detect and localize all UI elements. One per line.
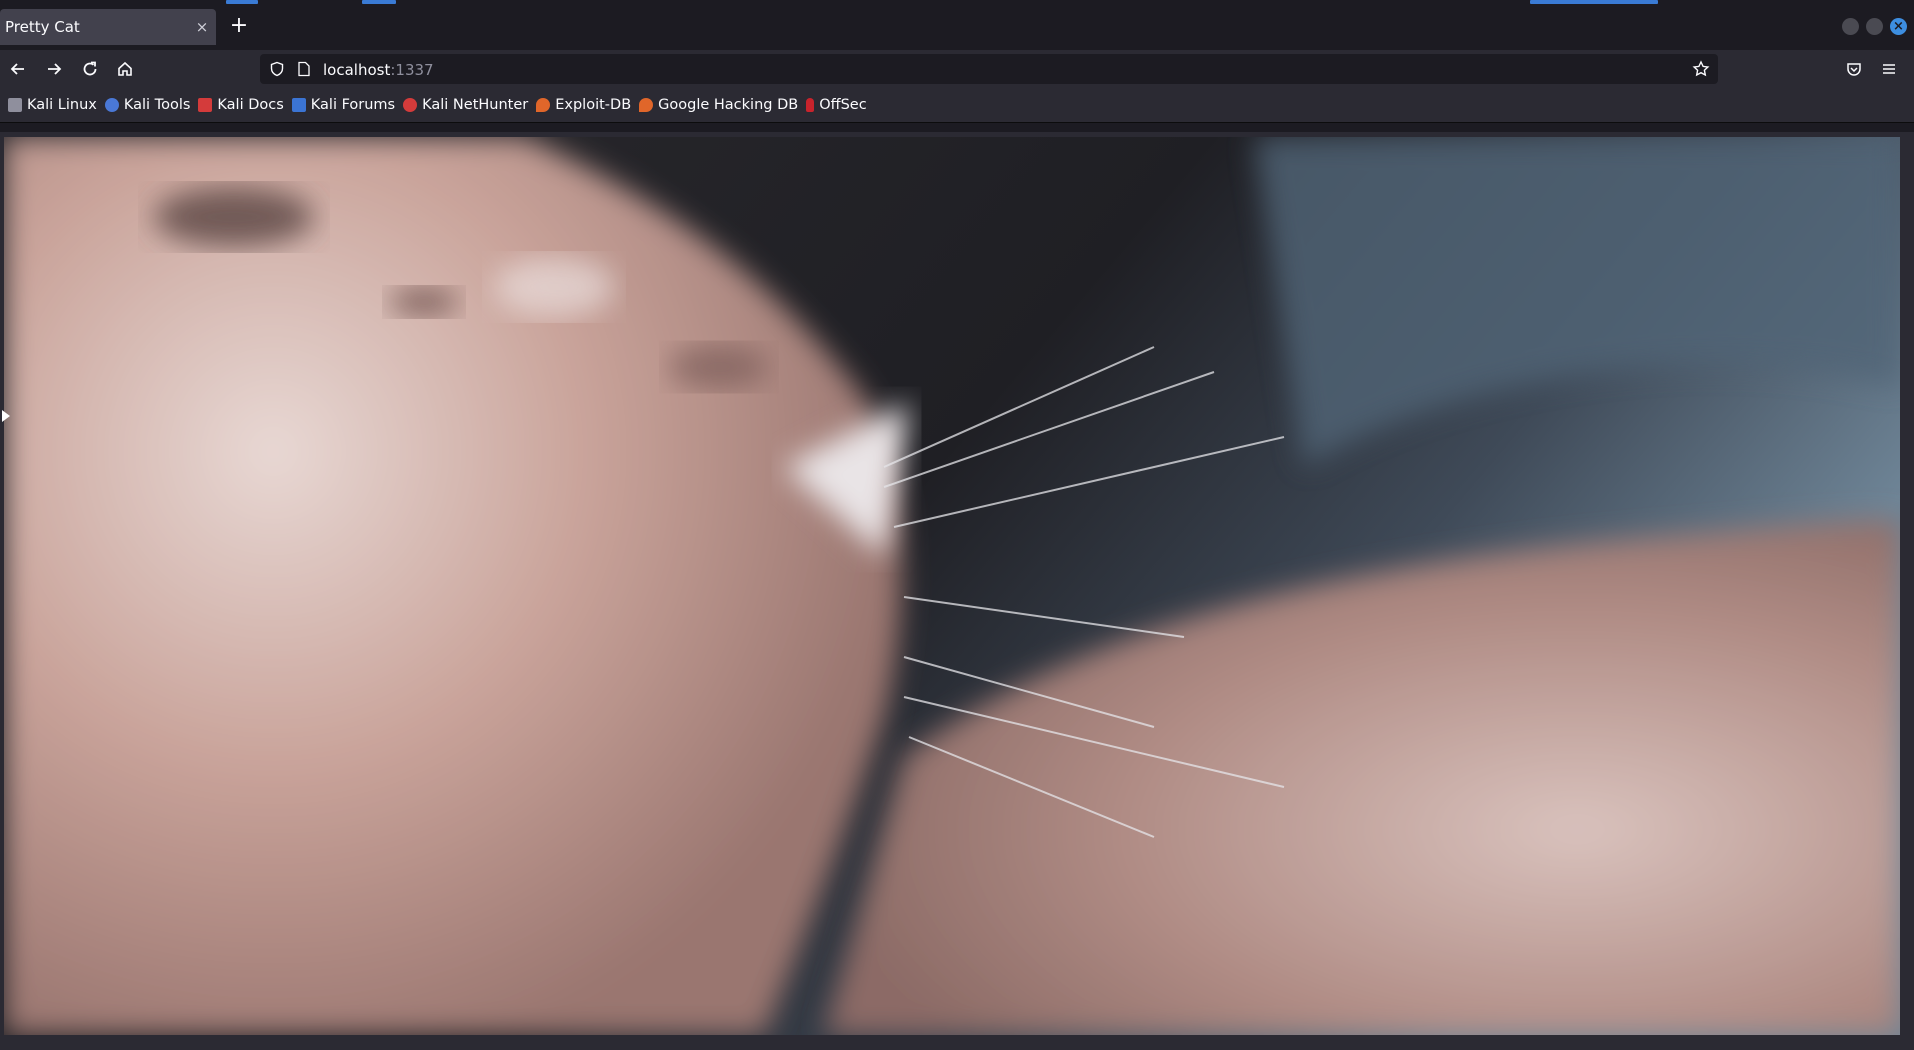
url-bar[interactable]: localhost:1337 — [260, 54, 1718, 84]
new-tab-button[interactable]: + — [226, 13, 252, 39]
url-text[interactable]: localhost:1337 — [323, 60, 434, 79]
close-window-button[interactable]: × — [1890, 18, 1907, 35]
forward-button[interactable] — [40, 55, 68, 83]
kali-forums-icon — [291, 98, 306, 112]
bookmark-label: Kali NetHunter — [422, 97, 529, 113]
bookmark-kali-forums[interactable]: Kali Forums — [291, 97, 396, 113]
google-hacking-db-icon — [639, 98, 654, 112]
forward-arrow-icon — [48, 63, 62, 75]
kali-nethunter-icon — [403, 98, 418, 112]
bookmark-label: Kali Forums — [310, 97, 396, 113]
bookmarks-toolbar: Kali Linux Kali Tools Kali Docs Kali For… — [0, 88, 1914, 123]
bookmark-label: Kali Tools — [123, 97, 191, 113]
page-icon — [297, 61, 311, 77]
kali-linux-icon — [8, 98, 22, 112]
cat-photo-drawing — [4, 137, 1900, 1035]
home-icon — [118, 61, 132, 76]
home-button[interactable] — [111, 55, 139, 83]
tab-indicator — [1530, 0, 1658, 4]
bookmark-kali-nethunter[interactable]: Kali NetHunter — [403, 97, 528, 113]
bookmark-label: Exploit-DB — [555, 97, 632, 113]
bookmark-star-icon[interactable] — [1692, 60, 1710, 78]
menu-button[interactable] — [1875, 55, 1903, 83]
tab-indicator — [226, 0, 258, 4]
close-tab-icon[interactable]: × — [188, 18, 216, 36]
bookmark-label: Google Hacking DB — [658, 97, 799, 113]
bookmark-kali-linux[interactable]: Kali Linux — [8, 97, 97, 113]
exploit-db-icon — [536, 98, 551, 112]
kali-docs-icon — [198, 98, 213, 112]
reload-button[interactable] — [76, 55, 104, 83]
url-host: localhost — [323, 60, 391, 79]
bookmark-label: Kali Docs — [217, 97, 284, 113]
pocket-button[interactable] — [1840, 55, 1868, 83]
navigation-toolbar: localhost:1337 — [0, 50, 1914, 88]
hamburger-menu-icon — [1883, 64, 1895, 74]
tab-indicator — [362, 0, 396, 4]
back-button[interactable] — [4, 55, 32, 83]
mouse-cursor — [2, 410, 10, 422]
page-content — [0, 132, 1914, 1050]
offsec-icon — [806, 98, 815, 112]
bookmark-kali-tools[interactable]: Kali Tools — [104, 97, 191, 113]
reload-icon — [83, 61, 97, 76]
maximize-button[interactable] — [1866, 18, 1883, 35]
url-port: :1337 — [390, 60, 434, 79]
bookmark-label: OffSec — [819, 97, 867, 113]
bookmark-google-hacking-db[interactable]: Google Hacking DB — [639, 97, 798, 113]
bookmark-exploit-db[interactable]: Exploit-DB — [536, 97, 631, 113]
tab-title: Pretty Cat — [5, 18, 80, 36]
minimize-button[interactable] — [1842, 18, 1859, 35]
tab-pretty-cat[interactable]: Pretty Cat × — [0, 9, 216, 45]
shield-icon[interactable] — [269, 61, 285, 77]
bookmark-offsec[interactable]: OffSec — [806, 97, 867, 113]
bookmark-kali-docs[interactable]: Kali Docs — [198, 97, 284, 113]
tab-strip: Pretty Cat × + × — [0, 0, 1914, 50]
kali-tools-icon — [104, 98, 119, 112]
cat-photo — [4, 137, 1900, 1035]
pocket-icon — [1847, 63, 1861, 76]
bookmark-label: Kali Linux — [27, 97, 97, 113]
back-arrow-icon — [10, 63, 24, 75]
